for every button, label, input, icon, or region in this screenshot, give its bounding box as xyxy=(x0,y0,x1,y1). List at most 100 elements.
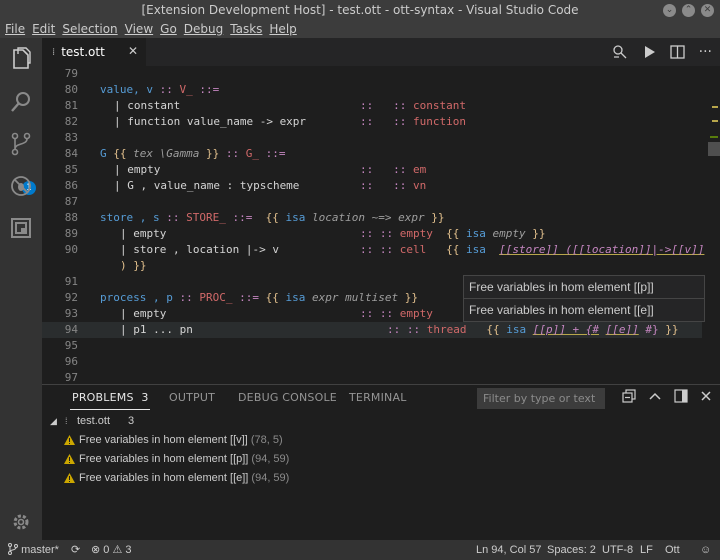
feedback-icon[interactable]: ☺ xyxy=(700,540,711,560)
language-mode[interactable]: Ott xyxy=(665,540,680,560)
line-number: 85 xyxy=(64,163,78,176)
token: location ~=> expr xyxy=(311,211,425,224)
token: process , p xyxy=(100,291,173,304)
editor-overview-ruler[interactable] xyxy=(708,66,720,384)
token: | empty xyxy=(120,307,167,320)
tab-test-ott[interactable]: ⁞ test.ott ✕ xyxy=(42,38,146,66)
line-number: 93 xyxy=(64,307,78,320)
sync-icon[interactable]: ⟳ xyxy=(71,540,80,560)
problems-filter-input[interactable]: Filter by type or text xyxy=(477,388,605,409)
code-line: 96 xyxy=(42,354,702,370)
line-number: 83 xyxy=(64,131,78,144)
code-line: 82 | function value_name -> expr :: :: f… xyxy=(42,114,702,130)
error-count: 0 xyxy=(103,544,110,556)
tab-debug-console[interactable]: DEBUG CONSOLE xyxy=(238,391,337,404)
warning-icon xyxy=(64,473,75,483)
menu-help[interactable]: Help xyxy=(267,20,301,38)
token: }} xyxy=(665,323,679,336)
tab-output[interactable]: OUTPUT xyxy=(169,391,215,404)
search-icon[interactable] xyxy=(9,90,33,114)
end-of-line[interactable]: LF xyxy=(640,540,653,560)
encoding[interactable]: UTF-8 xyxy=(602,540,633,560)
more-actions-icon[interactable]: ··· xyxy=(699,44,712,60)
code-line: 81 | constant :: :: constant xyxy=(42,98,702,114)
token: :: xyxy=(159,83,173,96)
warning-icon xyxy=(64,454,75,464)
scrollbar-thumb[interactable] xyxy=(708,142,720,156)
indentation[interactable]: Spaces: 2 xyxy=(547,540,596,560)
hover-message: Free variables in hom element [[p]] xyxy=(469,280,654,294)
source-control-icon[interactable] xyxy=(9,132,33,156)
close-panel-icon[interactable] xyxy=(700,390,712,402)
code-text: :: :: constant xyxy=(360,98,466,114)
code-text: value, v :: V_ ::= xyxy=(100,82,219,98)
token: :: xyxy=(393,115,407,128)
problems-file-count: 3 xyxy=(128,415,135,427)
menu-selection-label: Selection xyxy=(62,22,118,36)
close-window-button[interactable]: ✕ xyxy=(701,3,714,17)
line-number: 90 xyxy=(64,243,78,256)
menu-selection[interactable]: Selection xyxy=(60,20,122,38)
tab-problems-label: PROBLEMS xyxy=(72,391,134,404)
branch-name: master* xyxy=(21,544,59,556)
hover-tooltip: Free variables in hom element [[p]] Free… xyxy=(463,275,705,322)
problems-summary[interactable]: ⊗ 0 ⚠ 3 xyxy=(91,540,132,560)
toggle-panel-position-icon[interactable] xyxy=(674,389,688,403)
menu-debug[interactable]: Debug xyxy=(182,20,228,38)
menu-tasks-label: Tasks xyxy=(230,22,263,36)
code-text: :: :: thread {{ isa [[p]] + {# [[e]] #} … xyxy=(387,322,678,338)
code-text: | constant xyxy=(114,98,180,114)
warning-summary-icon: ⚠ xyxy=(112,544,123,556)
debug-icon[interactable] xyxy=(9,174,33,198)
code-line: 86 | G , value_name : typscheme :: :: vn xyxy=(42,178,702,194)
tab-close-icon[interactable]: ✕ xyxy=(128,44,138,58)
problem-item[interactable]: Free variables in hom element [[v]] (78,… xyxy=(42,431,720,450)
menu-file-label: File xyxy=(5,22,26,36)
token: V_ xyxy=(179,83,193,96)
token: isa xyxy=(466,227,486,240)
open-changes-icon[interactable] xyxy=(612,44,628,60)
menu-tasks[interactable]: Tasks xyxy=(228,20,267,38)
token: }} xyxy=(532,227,546,240)
run-icon[interactable] xyxy=(642,45,656,59)
extensions-icon[interactable] xyxy=(9,216,33,240)
token: value, v xyxy=(100,83,153,96)
code-editor[interactable]: 79 80 value, v :: V_ ::= 81 | constant :… xyxy=(42,66,720,384)
code-text: | empty xyxy=(114,162,160,178)
problem-item[interactable]: Free variables in hom element [[e]] (94,… xyxy=(42,469,720,488)
tab-problems[interactable]: PROBLEMS 3 xyxy=(72,391,149,404)
token: em xyxy=(413,163,427,176)
code-text: | G , value_name : typscheme xyxy=(114,178,299,194)
token: expr multiset xyxy=(311,291,399,304)
branch-indicator[interactable]: master* xyxy=(8,540,59,560)
problem-item[interactable]: Free variables in hom element [[p]] (94,… xyxy=(42,450,720,469)
token: :: xyxy=(225,147,240,160)
chevron-up-icon[interactable] xyxy=(648,389,662,403)
token: constant xyxy=(413,99,466,112)
gear-icon[interactable] xyxy=(9,510,33,534)
problems-file-name: test.ott xyxy=(77,415,111,427)
expand-caret-icon[interactable]: ◢ xyxy=(50,412,57,431)
file-type-icon: ⁞ xyxy=(65,416,68,426)
token: [[p]] + {# xyxy=(532,323,599,336)
code-text: :: :: function xyxy=(360,114,466,130)
cursor-position[interactable]: Ln 94, Col 57 xyxy=(476,540,541,560)
menu-go[interactable]: Go xyxy=(158,20,182,38)
panel-tabs: PROBLEMS 3 OUTPUT DEBUG CONSOLE TERMINAL… xyxy=(42,385,720,411)
code-text: :: :: cell {{ isa [[store]] ([[location]… xyxy=(360,242,704,258)
explorer-icon[interactable] xyxy=(9,47,33,71)
code-text: process , p :: PROC_ ::= {{ isa expr mul… xyxy=(100,290,418,306)
maximize-button[interactable]: ⌃ xyxy=(682,3,695,17)
menu-edit[interactable]: Edit xyxy=(30,20,60,38)
line-number: 82 xyxy=(64,115,78,128)
minimize-button[interactable]: ⌄ xyxy=(663,3,676,17)
split-editor-icon[interactable] xyxy=(669,45,685,59)
menu-view[interactable]: View xyxy=(123,20,158,38)
tab-terminal[interactable]: TERMINAL xyxy=(349,391,407,404)
token: isa xyxy=(285,291,306,304)
line-number: 80 xyxy=(64,83,78,96)
menu-file[interactable]: File xyxy=(3,20,30,38)
collapse-all-icon[interactable] xyxy=(622,389,636,403)
problems-file-row[interactable]: ◢ ⁞ test.ott 3 xyxy=(42,412,720,431)
token: | empty xyxy=(120,227,167,240)
